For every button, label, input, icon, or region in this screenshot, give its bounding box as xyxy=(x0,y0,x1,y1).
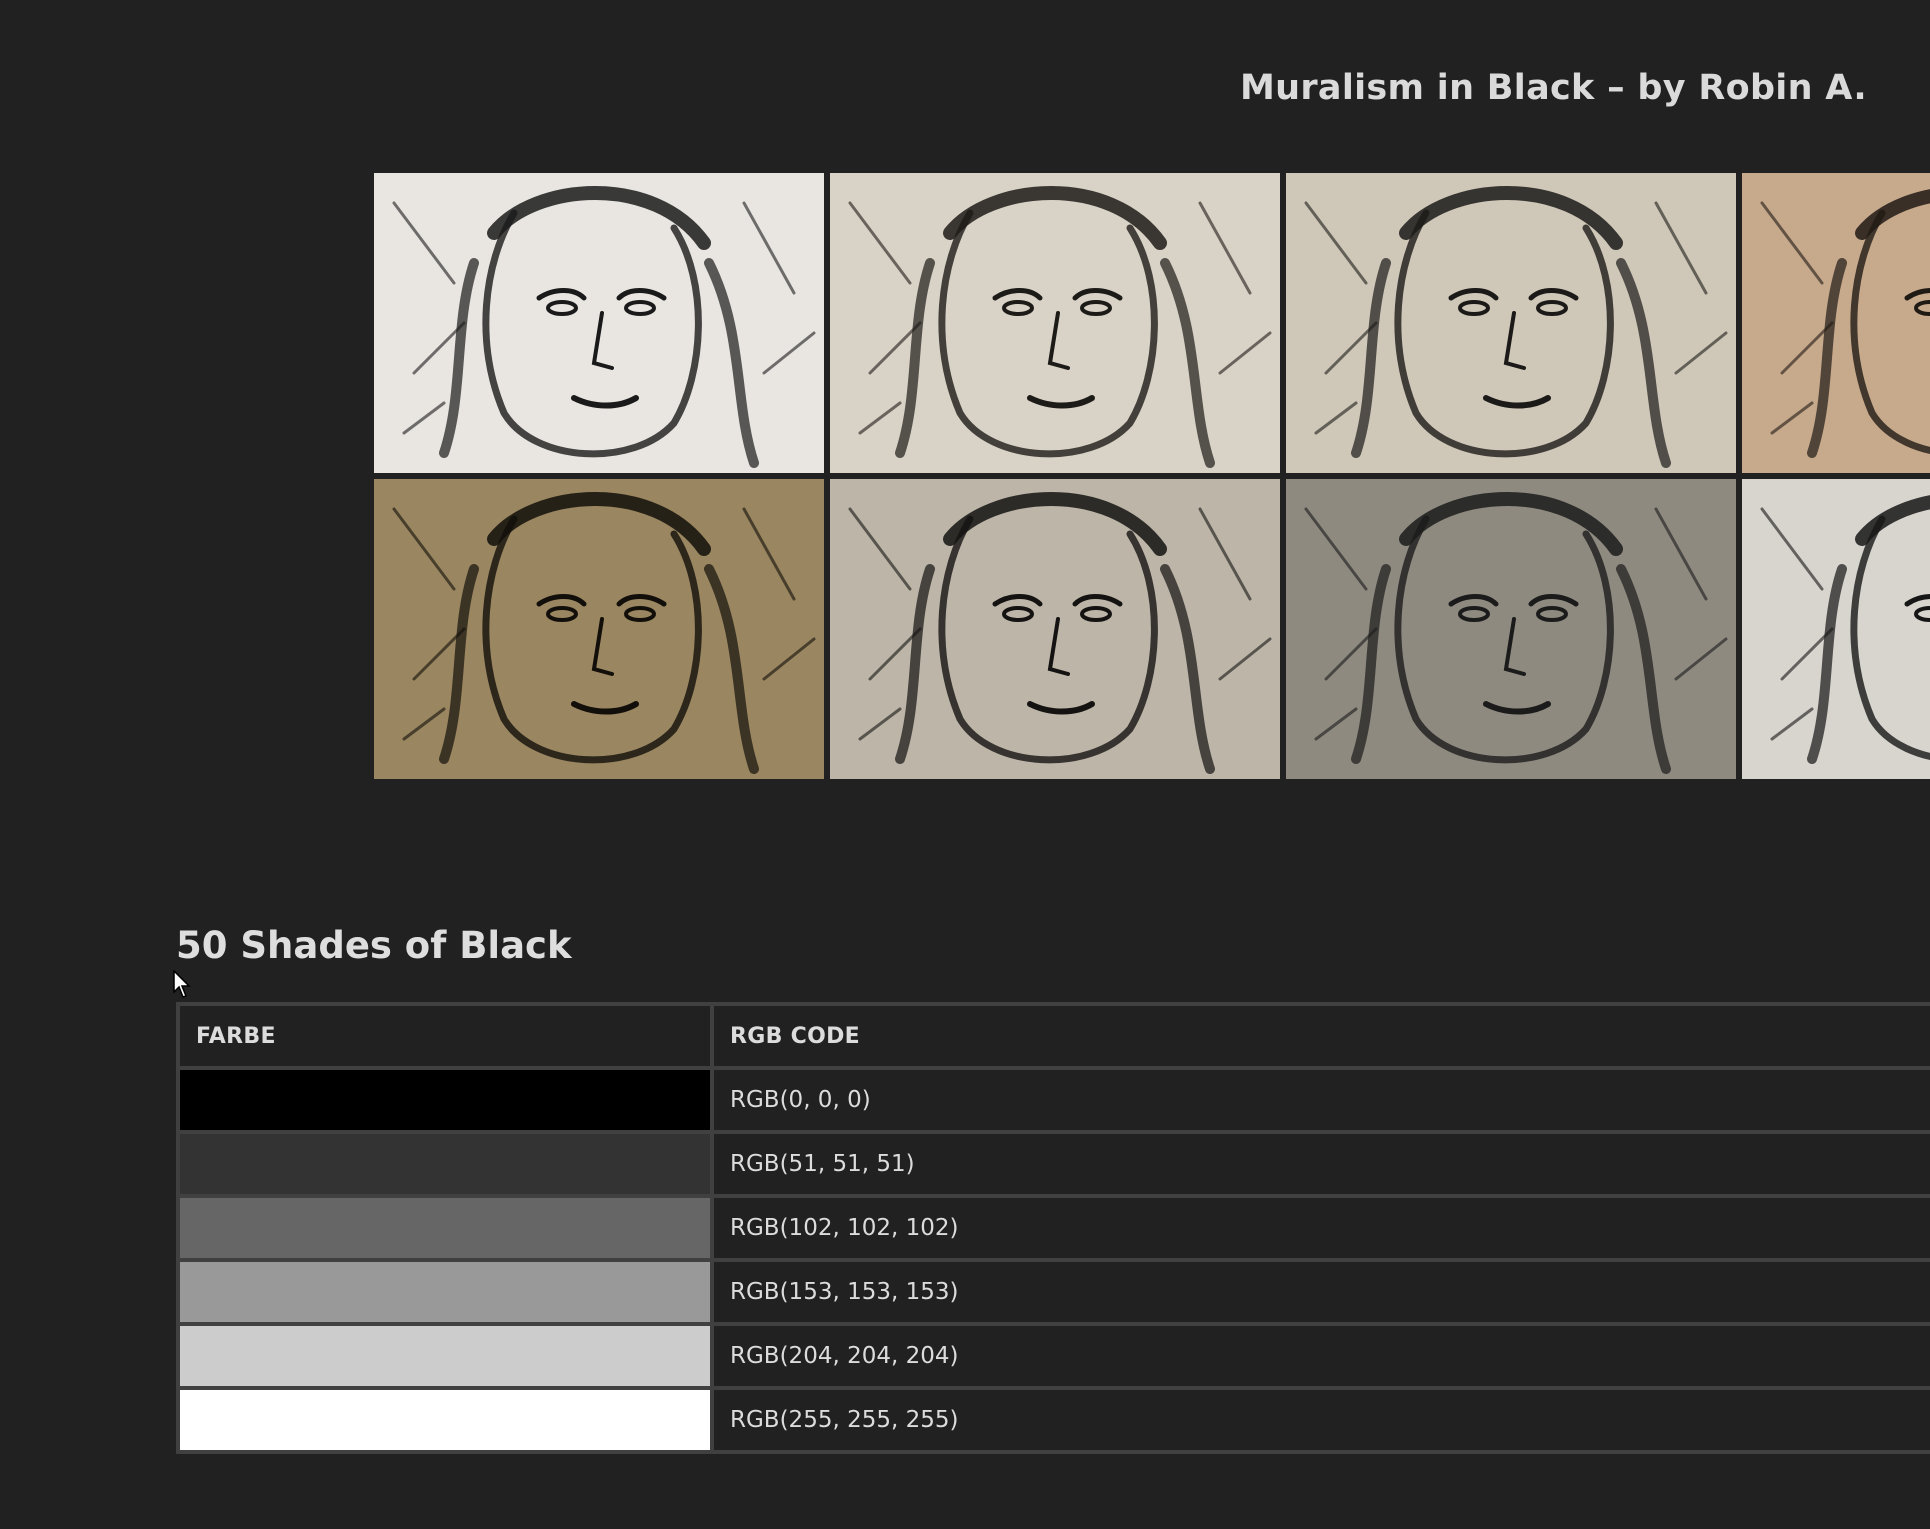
rgb-code-cell: RGB(102, 102, 102) xyxy=(710,1194,1930,1262)
rgb-code-cell: RGB(204, 204, 204) xyxy=(710,1322,1930,1390)
mouse-cursor-icon xyxy=(173,970,191,998)
gallery-image-4[interactable] xyxy=(1742,173,1930,473)
mural-woman-partial-right-image xyxy=(1742,479,1930,779)
table-row: RGB(0, 0, 0) xyxy=(176,1066,1930,1134)
mural-woman-wooden-panels-image xyxy=(830,479,1280,779)
mural-woman-brick-wall-image xyxy=(830,173,1280,473)
mural-woman-dark-interior-image xyxy=(374,479,824,779)
gallery-title: Muralism in Black – by Robin A. xyxy=(1240,68,1867,108)
color-swatch xyxy=(176,1386,714,1454)
mural-woman-house-facade-image xyxy=(1286,173,1736,473)
color-swatch xyxy=(176,1258,714,1326)
shades-heading: 50 Shades of Black xyxy=(176,924,572,967)
rgb-code-cell: RGB(153, 153, 153) xyxy=(710,1258,1930,1326)
color-swatch xyxy=(176,1322,714,1390)
gallery-image-5[interactable] xyxy=(374,479,824,779)
gallery-image-7[interactable] xyxy=(1286,479,1736,779)
table-row: RGB(255, 255, 255) xyxy=(176,1386,1930,1454)
color-swatch xyxy=(176,1130,714,1198)
mural-woman-scratched-wall-artist-image xyxy=(374,173,824,473)
mural-woman-building-street-image xyxy=(1286,479,1736,779)
shades-table-body: RGB(0, 0, 0) RGB(51, 51, 51) RGB(102, 102,… xyxy=(176,1066,1930,1454)
table-row: RGB(204, 204, 204) xyxy=(176,1322,1930,1390)
rgb-code-cell: RGB(255, 255, 255) xyxy=(710,1386,1930,1454)
gallery-image-8[interactable] xyxy=(1742,479,1930,779)
column-header-rgb-code: RGB CODE xyxy=(710,1002,1930,1070)
color-swatch xyxy=(176,1194,714,1262)
column-header-farbe: FARBE xyxy=(176,1002,714,1070)
rgb-code-cell: RGB(51, 51, 51) xyxy=(710,1130,1930,1198)
color-swatch xyxy=(176,1066,714,1134)
gallery-image-3[interactable] xyxy=(1286,173,1736,473)
gallery-image-6[interactable] xyxy=(830,479,1280,779)
mural-woman-wooden-wall-partial-image xyxy=(1742,173,1930,473)
mural-gallery xyxy=(374,173,1930,779)
shades-table: FARBE RGB CODE RGB(0, 0, 0) RGB(51, 51, 5… xyxy=(176,1002,1930,1454)
table-header-row: FARBE RGB CODE xyxy=(176,1002,1930,1070)
table-row: RGB(102, 102, 102) xyxy=(176,1194,1930,1262)
table-row: RGB(51, 51, 51) xyxy=(176,1130,1930,1198)
table-row: RGB(153, 153, 153) xyxy=(176,1258,1930,1326)
rgb-code-cell: RGB(0, 0, 0) xyxy=(710,1066,1930,1134)
gallery-image-1[interactable] xyxy=(374,173,824,473)
gallery-image-2[interactable] xyxy=(830,173,1280,473)
